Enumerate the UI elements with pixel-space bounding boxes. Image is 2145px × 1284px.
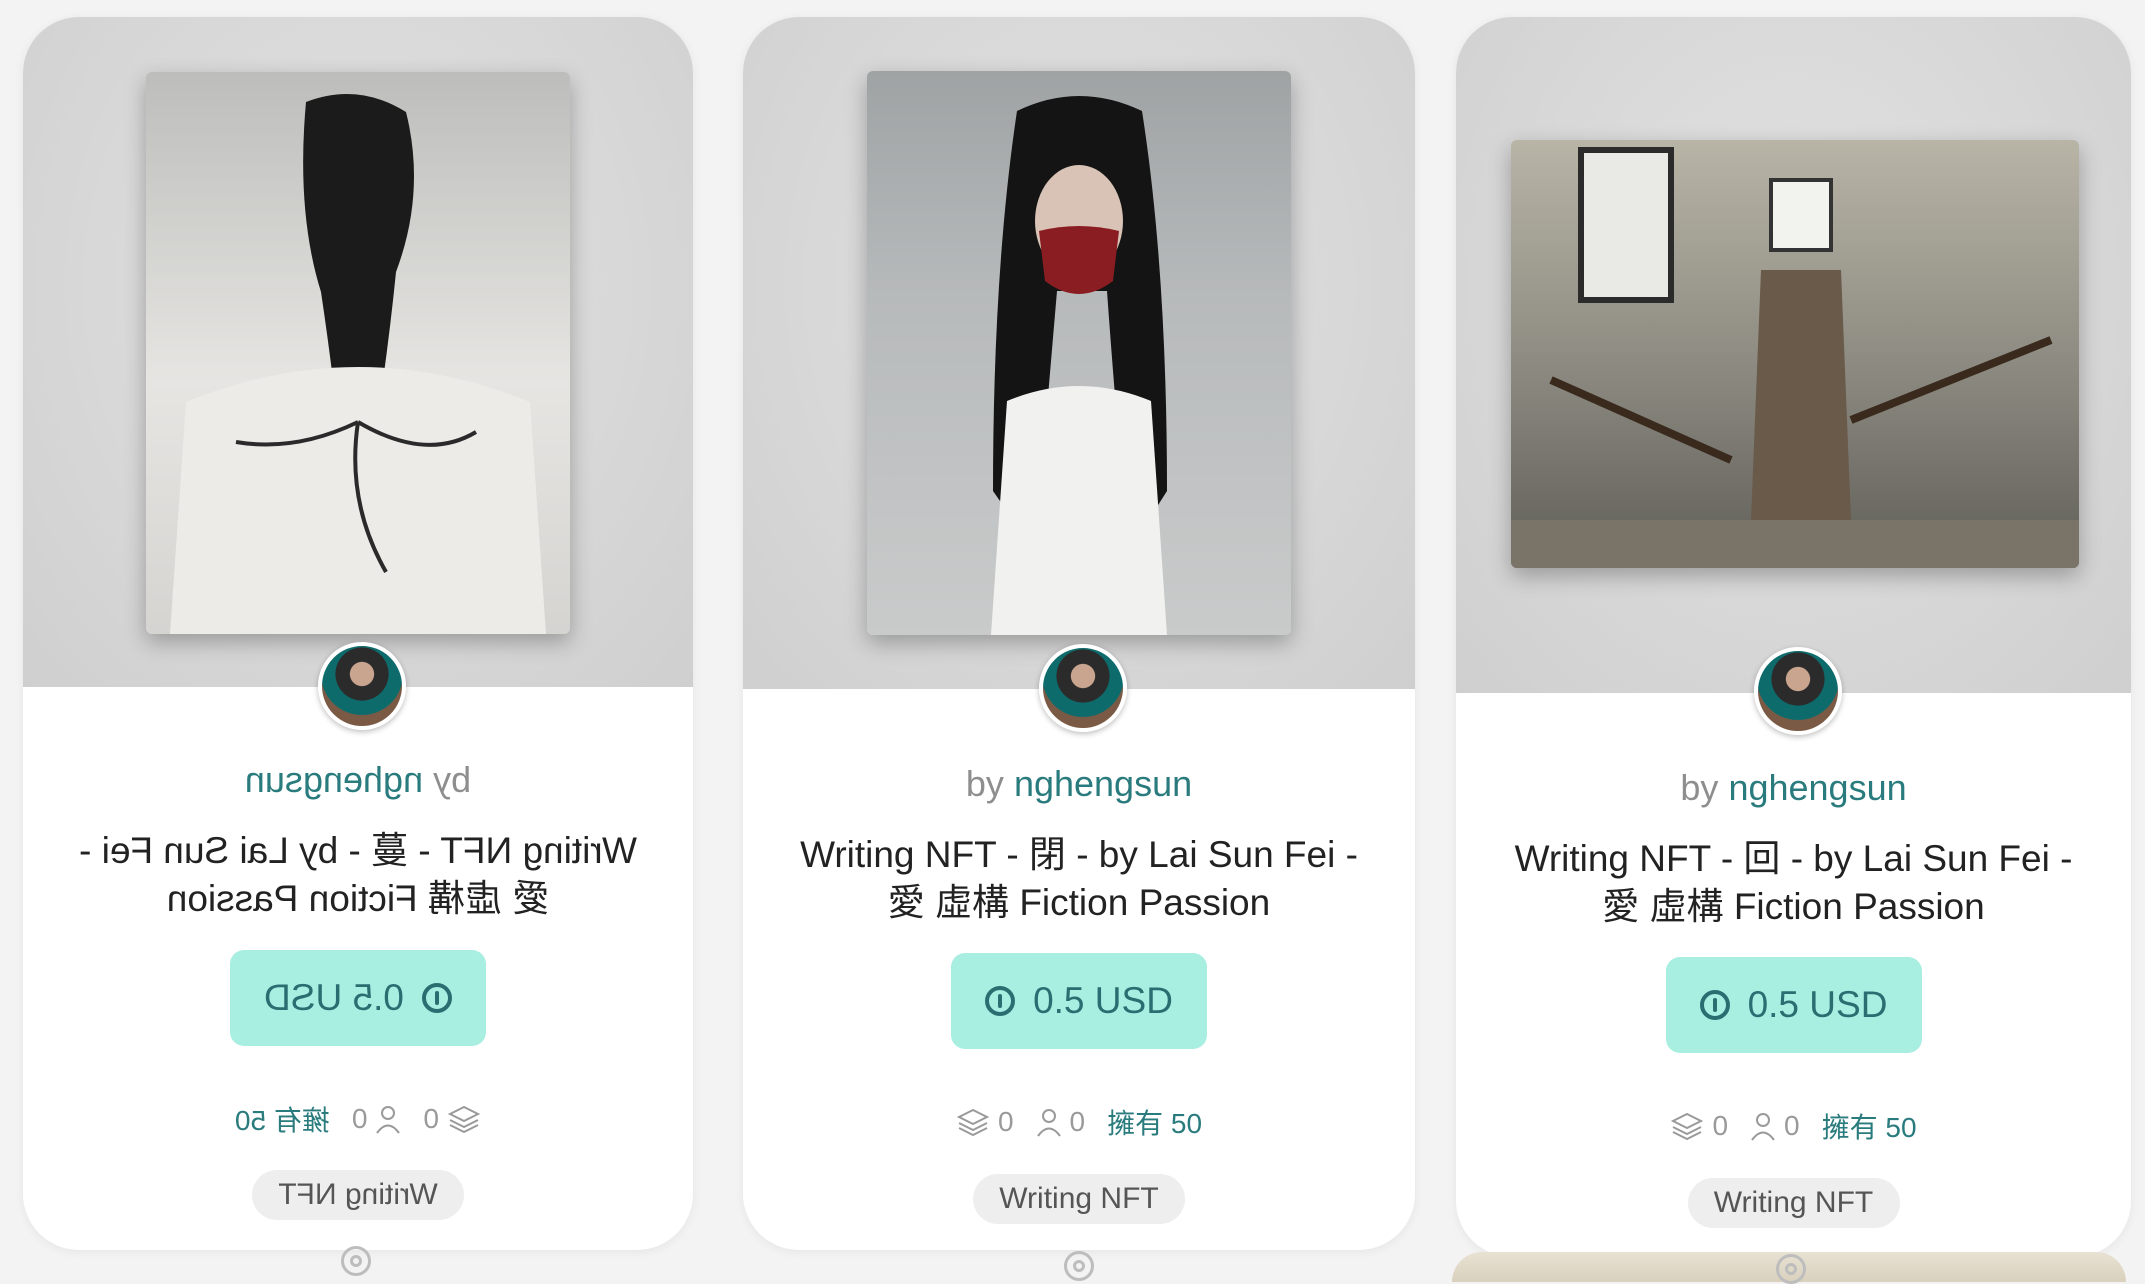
- creator-avatar[interactable]: [1753, 647, 1842, 735]
- owned-count: 擁有 50: [1107, 1108, 1203, 1139]
- owned-count: 擁有 50: [234, 1105, 330, 1136]
- creator-name[interactable]: nghengsun: [1014, 763, 1192, 804]
- owners-count: 0: [1069, 1106, 1086, 1137]
- card-stats: 0 0 擁有 50: [1456, 1106, 2131, 1146]
- card-media: [743, 17, 1415, 689]
- layers-icon: [1671, 1112, 1704, 1141]
- nft-card[interactable]: by nghengsun Writing NFT - 蔓 - by Lai Su…: [23, 17, 693, 1250]
- artwork-image[interactable]: [1511, 140, 2079, 568]
- nft-card[interactable]: by nghengsun Writing NFT - 閉 - by Lai Su…: [743, 17, 1415, 1250]
- card-media: [1456, 17, 2131, 693]
- layers-count: 0: [423, 1103, 440, 1134]
- target-icon[interactable]: [1776, 1254, 1806, 1284]
- target-icon[interactable]: [1064, 1251, 1094, 1281]
- coin-icon: [985, 986, 1016, 1016]
- target-icon[interactable]: [341, 1246, 371, 1276]
- creator-name[interactable]: nghengsun: [1728, 767, 1906, 808]
- creator-byline: by nghengsun: [743, 763, 1415, 805]
- nft-card[interactable]: by nghengsun Writing NFT - 回 - by Lai Su…: [1456, 17, 2131, 1257]
- category-tag[interactable]: Writing NFT: [973, 1174, 1185, 1224]
- creator-avatar[interactable]: [1039, 644, 1127, 732]
- card-stats: 0 0 擁有 50: [23, 1099, 693, 1139]
- creator-byline: by nghengsun: [23, 759, 693, 801]
- person-icon: [1751, 1113, 1775, 1141]
- coin-icon: [421, 983, 452, 1013]
- nft-title[interactable]: Writing NFT - 蔓 - by Lai Sun Fei - 愛 虛構 …: [63, 827, 653, 923]
- person-icon: [376, 1106, 401, 1134]
- person-icon: [1036, 1109, 1061, 1137]
- creator-byline: by nghengsun: [1456, 767, 2131, 809]
- nft-title[interactable]: Writing NFT - 閉 - by Lai Sun Fei - 愛 虛構 …: [783, 831, 1375, 927]
- owners-count: 0: [351, 1103, 368, 1134]
- by-label: by: [1680, 767, 1719, 808]
- category-tag[interactable]: Writing NFT: [252, 1170, 464, 1220]
- price-label: 0.5 USD: [264, 977, 404, 1018]
- price-button[interactable]: 0.5 USD: [951, 953, 1207, 1049]
- price-button[interactable]: 0.5 USD: [230, 950, 486, 1046]
- by-label: by: [433, 759, 472, 800]
- category-tag[interactable]: Writing NFT: [1687, 1178, 1900, 1228]
- layers-count: 0: [997, 1106, 1014, 1137]
- coin-icon: [1699, 990, 1730, 1020]
- price-label: 0.5 USD: [1033, 980, 1173, 1021]
- layers-count: 0: [1712, 1110, 1729, 1141]
- artwork-image[interactable]: [867, 71, 1291, 635]
- card-stats: 0 0 擁有 50: [743, 1102, 1415, 1142]
- owned-count: 擁有 50: [1821, 1112, 1917, 1143]
- by-label: by: [965, 763, 1004, 804]
- price-button[interactable]: 0.5 USD: [1665, 957, 1922, 1053]
- owners-count: 0: [1784, 1110, 1800, 1141]
- layers-icon: [447, 1105, 481, 1134]
- nft-title[interactable]: Writing NFT - 回 - by Lai Sun Fei - 愛 虛構 …: [1496, 835, 2091, 931]
- layers-icon: [956, 1108, 990, 1137]
- creator-name[interactable]: nghengsun: [245, 759, 423, 800]
- price-label: 0.5 USD: [1747, 984, 1888, 1025]
